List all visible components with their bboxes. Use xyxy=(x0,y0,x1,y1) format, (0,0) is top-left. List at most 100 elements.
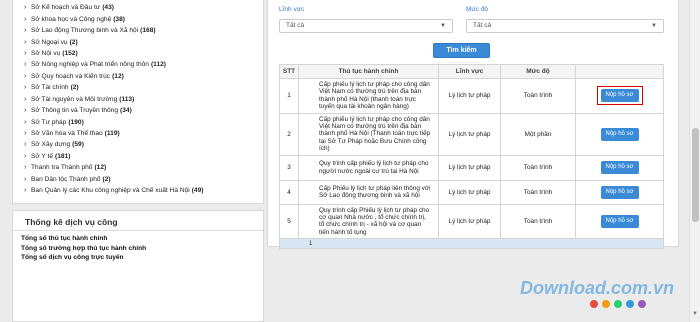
level-select[interactable]: Tất cả ▼ xyxy=(466,19,664,33)
agency-list-item[interactable]: › Sở Xây dựng (59) xyxy=(24,139,263,150)
agency-list-item[interactable]: › Sở Lao động Thương binh và Xã hội (168) xyxy=(24,25,263,36)
chevron-right-icon: › xyxy=(24,141,27,149)
stats-total-cases: Tổng số trường hợp thủ tục hành chính xyxy=(21,244,147,252)
scrollbar-thumb[interactable] xyxy=(692,128,699,222)
pagination-row: 1 xyxy=(279,238,664,250)
agency-list-panel: › Sở Kế hoạch và Đầu tư (43) › Sở khoa học v… xyxy=(12,0,264,204)
row-action-cell: Nộp hồ sơ xyxy=(575,203,664,240)
stats-total-procedures: Tổng số thủ tục hành chính xyxy=(21,235,108,242)
chevron-right-icon: › xyxy=(24,118,27,126)
table-row: 3 Quy trình cấp phiếu lý lịch tư pháp ch… xyxy=(279,154,664,181)
agency-count: (2) xyxy=(70,84,79,92)
agency-name[interactable]: Sở Quy hoạch và Kiến trúc xyxy=(31,73,110,80)
stats-title: Thống kê dịch vụ công xyxy=(13,211,263,231)
submit-dossier-button[interactable]: Nộp hồ sơ xyxy=(600,214,639,228)
agency-count: (190) xyxy=(68,118,84,126)
submit-dossier-button[interactable]: Nộp hồ sơ xyxy=(600,185,639,199)
service-stats-panel: Thống kê dịch vụ công Tổng số thủ tục hà… xyxy=(12,210,264,322)
row-procedure-name[interactable]: Cấp phiếu lý lịch tư pháp cho công dân V… xyxy=(298,112,439,156)
agency-name[interactable]: Sở Tư pháp xyxy=(31,119,66,126)
agency-count: (113) xyxy=(119,95,135,103)
row-field: Lý lịch tư pháp xyxy=(438,203,501,240)
agency-list-item[interactable]: › Sở Kế hoạch và Đầu tư (43) xyxy=(24,2,263,13)
agency-list-item[interactable]: › Sở Tài nguyên và Môi trường (113) xyxy=(24,94,263,105)
chevron-right-icon: › xyxy=(24,84,27,92)
row-level: Toàn trình xyxy=(500,78,576,114)
procedure-search-panel: Lĩnh vực Tất cả ▼ Mức độ Tất cả ▼ Tìm ki… xyxy=(267,0,679,250)
row-procedure-name[interactable]: Quy trình cấp Phiếu lý lịch tư pháp cho … xyxy=(298,203,439,240)
row-field: Lý lịch tư pháp xyxy=(438,112,501,156)
row-procedure-name[interactable]: Cấp phiếu lý lịch tư pháp cho công dân V… xyxy=(298,78,439,114)
page-number[interactable]: 1 xyxy=(279,238,664,250)
agency-name[interactable]: Thanh tra Thành phố xyxy=(31,164,92,171)
agency-list-item[interactable]: › Ban Dân tộc Thành phố (2) xyxy=(24,174,263,185)
chevron-right-icon: › xyxy=(24,49,27,57)
watermark-dot xyxy=(626,300,634,308)
agency-list-item[interactable]: › Sở Tài chính (2) xyxy=(24,82,263,93)
agency-name[interactable]: Ban Dân tộc Thành phố xyxy=(31,176,101,183)
agency-count: (2) xyxy=(69,38,78,46)
agency-list-item[interactable]: › Sở Quy hoạch và Kiến trúc (12) xyxy=(24,71,263,82)
agency-name[interactable]: Sở Xây dựng xyxy=(31,141,70,148)
agency-name[interactable]: Sở Ngoại vụ xyxy=(31,39,68,46)
chevron-right-icon: › xyxy=(24,164,27,172)
row-stt: 1 xyxy=(279,78,299,114)
agency-name[interactable]: Sở Tài nguyên và Môi trường xyxy=(31,96,117,103)
header-procedure: Thủ tục hành chính xyxy=(298,64,439,79)
chevron-right-icon: › xyxy=(24,130,27,138)
agency-name[interactable]: Sở khoa học và Công nghệ xyxy=(31,16,111,23)
agency-count: (12) xyxy=(94,164,107,172)
agency-name[interactable]: Sở Lao động Thương binh và Xã hội xyxy=(31,27,138,34)
agency-list-item[interactable]: › Sở Nội vụ (152) xyxy=(24,48,263,59)
agency-count: (112) xyxy=(150,61,166,69)
agency-list-item[interactable]: › Sở Văn hóa và Thể thao (119) xyxy=(24,128,263,139)
row-procedure-name[interactable]: Quy trình cấp phiếu lý lịch tư pháp cho … xyxy=(298,154,439,181)
submit-dossier-button[interactable]: Nộp hồ sơ xyxy=(600,89,639,103)
agency-name[interactable]: Sở Tài chính xyxy=(31,84,69,91)
field-filter-label: Lĩnh vực xyxy=(279,6,305,13)
agency-list-item[interactable]: › Ban Quản lý các Khu công nghiệp và Chế … xyxy=(24,185,263,196)
agency-list-item[interactable]: › Sở Ngoại vụ (2) xyxy=(24,36,263,47)
chevron-right-icon: › xyxy=(24,61,27,69)
agency-count: (2) xyxy=(102,175,111,183)
row-procedure-name[interactable]: Cấp Phiếu lý lịch tư pháp liên thông với… xyxy=(298,179,439,205)
scroll-down-arrow-icon[interactable]: ▼ xyxy=(692,311,698,317)
header-level: Mức độ xyxy=(500,64,576,79)
agency-name[interactable]: Ban Quản lý các Khu công nghiệp và Chế x… xyxy=(31,187,190,194)
agency-count: (119) xyxy=(104,130,120,138)
agency-count: (181) xyxy=(55,152,71,160)
agency-name[interactable]: Sở Nội vụ xyxy=(31,50,60,57)
header-action xyxy=(575,64,664,79)
row-stt: 5 xyxy=(279,203,299,240)
agency-count: (38) xyxy=(113,15,125,23)
agency-list-item[interactable]: › Sở Nông nghiệp và Phát triển nông thôn(… xyxy=(24,59,263,70)
chevron-down-icon: ▼ xyxy=(440,23,446,29)
search-button[interactable]: Tìm kiếm xyxy=(433,43,490,58)
submit-dossier-button[interactable]: Nộp hồ sơ xyxy=(600,127,639,141)
agency-list-item[interactable]: › Sở Y tế (181) xyxy=(24,151,263,162)
agency-count: (43) xyxy=(102,4,114,12)
agency-list-item[interactable]: › Sở Tư pháp (190) xyxy=(24,116,263,127)
field-select[interactable]: Tất cả ▼ xyxy=(279,19,453,33)
agency-count: (152) xyxy=(62,49,78,57)
agency-name[interactable]: Sở Kế hoạch và Đầu tư xyxy=(31,4,100,11)
agency-list-item[interactable]: › Sở khoa học và Công nghệ (38) xyxy=(24,13,263,24)
left-column: › Sở Kế hoạch và Đầu tư (43) › Sở khoa học v… xyxy=(12,0,264,322)
stats-list: Tổng số thủ tục hành chính Tổng số trườn… xyxy=(13,231,263,263)
watermark-dot xyxy=(638,300,646,308)
agency-name[interactable]: Sở Thông tin và Truyền thông xyxy=(31,107,118,114)
agency-list: › Sở Kế hoạch và Đầu tư (43) › Sở khoa học v… xyxy=(13,0,263,196)
page-scrollbar[interactable]: ▼ xyxy=(689,0,700,322)
agency-list-item[interactable]: › Sở Thông tin và Truyền thông (34) xyxy=(24,105,263,116)
chevron-right-icon: › xyxy=(24,15,27,23)
agency-name[interactable]: Sở Nông nghiệp và Phát triển nông thôn xyxy=(31,61,149,68)
procedure-table: STT Thủ tục hành chính Lĩnh vực Mức độ 1… xyxy=(279,64,664,250)
agency-name[interactable]: Sở Y tế xyxy=(31,153,53,160)
submit-dossier-button[interactable]: Nộp hồ sơ xyxy=(600,161,639,175)
agency-list-item[interactable]: › Thanh tra Thành phố (12) xyxy=(24,162,263,173)
row-action-cell: Nộp hồ sơ xyxy=(575,112,664,156)
table-row: 4 Cấp Phiếu lý lịch tư pháp liên thông v… xyxy=(279,179,664,205)
agency-name[interactable]: Sở Văn hóa và Thể thao xyxy=(31,130,103,137)
row-stt: 2 xyxy=(279,112,299,156)
row-level: Toàn trình xyxy=(500,154,576,181)
